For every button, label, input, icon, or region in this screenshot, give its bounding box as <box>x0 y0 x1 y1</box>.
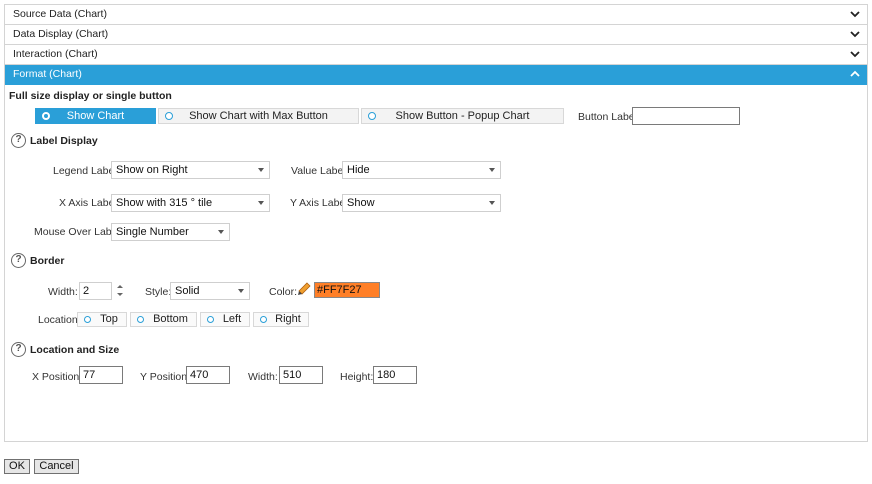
width-caption: Width: <box>248 371 278 383</box>
y-position-caption: Y Position: <box>140 371 191 383</box>
chevron-down-icon <box>850 31 860 38</box>
mouse-over-label-select[interactable]: Single Number <box>111 223 230 241</box>
display-mode-show-chart-label: Show Chart <box>66 110 125 122</box>
accordion-source-data-label: Source Data (Chart) <box>13 8 107 20</box>
chevron-down-icon <box>218 230 224 234</box>
height-caption: Height: <box>340 371 374 383</box>
radio-icon <box>84 316 91 323</box>
x-position-input[interactable]: 77 <box>79 366 123 384</box>
y-axis-label-value: Show <box>347 197 375 209</box>
border-location-caption: Location <box>38 314 78 326</box>
y-axis-label-caption: Y Axis Label <box>290 197 348 209</box>
help-circle-icon[interactable]: ? <box>11 342 26 357</box>
chevron-down-icon <box>258 168 264 172</box>
chevron-down-icon <box>489 201 495 205</box>
accordion-format[interactable]: Format (Chart) <box>5 65 867 85</box>
border-color-input[interactable]: #FF7F27 <box>314 282 380 298</box>
legend-label-value: Show on Right <box>116 164 188 176</box>
accordion-format-label: Format (Chart) <box>13 68 82 80</box>
radio-icon <box>207 316 214 323</box>
y-position-input[interactable]: 470 <box>186 366 230 384</box>
accordion-data-display-label: Data Display (Chart) <box>13 28 109 40</box>
border-style-caption: Style: <box>145 286 172 298</box>
value-label-select[interactable]: Hide <box>342 161 501 179</box>
mouse-over-label-value: Single Number <box>116 226 189 238</box>
border-location-bottom-label: Bottom <box>153 313 188 325</box>
chevron-down-icon <box>238 289 244 293</box>
mouse-over-label-caption: Mouse Over Label <box>34 226 120 238</box>
x-position-caption: X Position: <box>32 371 83 383</box>
border-style-select[interactable]: Solid <box>170 282 250 300</box>
value-label-value: Hide <box>347 164 370 176</box>
radio-icon <box>165 112 173 120</box>
border-width-stepper[interactable] <box>116 282 124 300</box>
border-location-top-label: Top <box>100 313 118 325</box>
accordion-source-data[interactable]: Source Data (Chart) <box>5 5 867 25</box>
chevron-up-icon[interactable] <box>117 285 123 288</box>
label-display-title: Label Display <box>30 135 98 147</box>
chevron-down-icon <box>850 11 860 18</box>
x-axis-label-value: Show with 315 ° tile <box>116 197 213 209</box>
accordion-interaction-label: Interaction (Chart) <box>13 48 98 60</box>
chevron-down-icon <box>489 168 495 172</box>
radio-icon <box>368 112 376 120</box>
help-circle-icon[interactable]: ? <box>11 253 26 268</box>
chevron-down-icon <box>850 51 860 58</box>
display-mode-show-chart[interactable]: Show Chart <box>35 108 156 124</box>
chevron-down-icon <box>258 201 264 205</box>
border-location-right[interactable]: Right <box>253 312 309 327</box>
x-axis-label-select[interactable]: Show with 315 ° tile <box>111 194 270 212</box>
border-style-value: Solid <box>175 285 200 297</box>
display-mode-title: Full size display or single button <box>9 90 172 102</box>
border-location-left-label: Left <box>222 313 242 325</box>
border-color-caption: Color: <box>269 286 298 298</box>
display-mode-popup[interactable]: Show Button - Popup Chart <box>361 108 564 124</box>
value-label-caption: Value Label <box>291 165 346 177</box>
x-axis-label-caption: X Axis Label <box>59 197 117 209</box>
cancel-button[interactable]: Cancel <box>34 459 79 474</box>
chevron-down-icon[interactable] <box>117 293 123 296</box>
button-label-input[interactable] <box>632 107 740 125</box>
pencil-icon[interactable] <box>297 282 311 298</box>
chart-settings-panel: Source Data (Chart) Data Display (Chart)… <box>4 4 868 442</box>
legend-label-select[interactable]: Show on Right <box>111 161 270 179</box>
border-location-top[interactable]: Top <box>77 312 127 327</box>
legend-label-caption: Legend Label <box>53 165 117 177</box>
accordion-interaction[interactable]: Interaction (Chart) <box>5 45 867 65</box>
height-input[interactable]: 180 <box>373 366 417 384</box>
display-mode-popup-label: Show Button - Popup Chart <box>395 110 530 122</box>
border-location-left[interactable]: Left <box>200 312 250 327</box>
location-size-title: Location and Size <box>30 344 120 356</box>
radio-icon <box>260 316 267 323</box>
ok-button[interactable]: OK <box>4 459 30 474</box>
button-label-caption: Button Label <box>578 111 637 123</box>
radio-icon <box>137 316 144 323</box>
border-location-bottom[interactable]: Bottom <box>130 312 197 327</box>
border-title: Border <box>30 255 65 267</box>
border-width-caption: Width: <box>48 286 78 298</box>
border-location-right-label: Right <box>275 313 301 325</box>
help-circle-icon[interactable]: ? <box>11 133 26 148</box>
border-width-input[interactable]: 2 <box>79 282 112 300</box>
accordion-data-display[interactable]: Data Display (Chart) <box>5 25 867 45</box>
y-axis-label-select[interactable]: Show <box>342 194 501 212</box>
width-input[interactable]: 510 <box>279 366 323 384</box>
radio-icon <box>42 112 50 120</box>
chevron-up-icon <box>850 70 860 77</box>
display-mode-show-chart-max[interactable]: Show Chart with Max Button <box>158 108 359 124</box>
display-mode-show-chart-max-label: Show Chart with Max Button <box>189 110 328 122</box>
